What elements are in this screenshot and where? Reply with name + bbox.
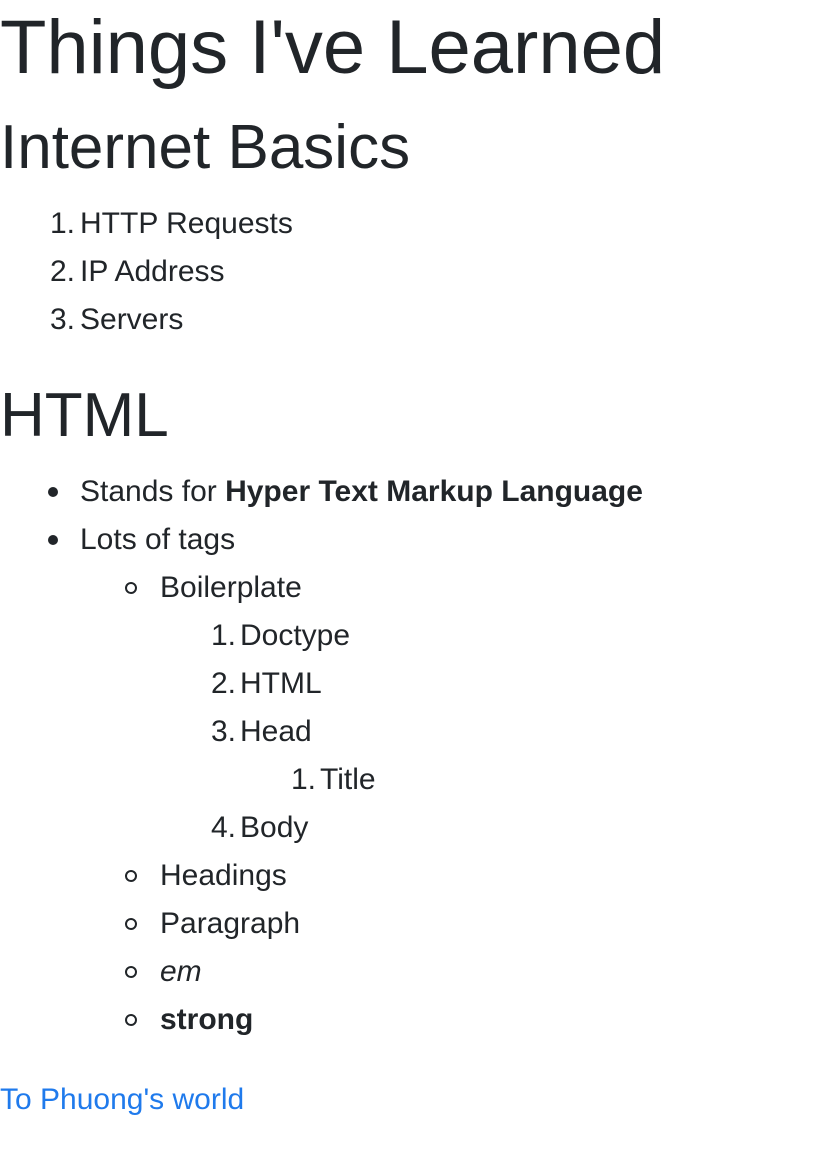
- list-item: Paragraph: [0, 900, 826, 948]
- list-item: Lots of tags: [0, 516, 826, 564]
- list-marker: 3.: [210, 715, 236, 748]
- list-item-label: em: [160, 955, 202, 988]
- list-item: 2. IP Address: [0, 248, 826, 296]
- list-marker: 1.: [210, 619, 236, 652]
- page-title: Things I've Learned: [0, 5, 666, 90]
- list-item: Headings: [0, 852, 826, 900]
- circle-bullet-icon: [125, 966, 137, 978]
- list-item-label: Body: [240, 811, 309, 844]
- list-item-label: Head: [240, 715, 312, 748]
- list-marker: 2.: [49, 255, 75, 288]
- list-item-label: Boilerplate: [160, 571, 302, 604]
- disc-bullet-icon: [48, 487, 58, 497]
- list-item-label: HTML: [240, 667, 322, 700]
- page: Things I've Learned Internet Basics 1. H…: [0, 0, 826, 1150]
- list-item: 1. HTTP Requests: [0, 200, 826, 248]
- list-item: 1. Doctype: [0, 612, 826, 660]
- list-item-label: Stands for Hyper Text Markup Language: [80, 468, 643, 516]
- list-item: em: [0, 948, 826, 996]
- list-item-label: Lots of tags: [80, 523, 236, 556]
- list-marker: 2.: [210, 667, 236, 700]
- circle-bullet-icon: [125, 582, 137, 594]
- list-item-label: Servers: [80, 303, 184, 336]
- list-marker: 1.: [290, 763, 316, 796]
- list-marker: 3.: [49, 303, 75, 336]
- list-item: Stands for Hyper Text Markup Language: [0, 468, 826, 516]
- html-heading: HTML: [0, 381, 169, 450]
- circle-bullet-icon: [125, 1014, 137, 1026]
- disc-bullet-icon: [48, 535, 58, 545]
- list-item: 3. Head: [0, 708, 826, 756]
- list-item: 4. Body: [0, 804, 826, 852]
- circle-bullet-icon: [125, 870, 137, 882]
- list-item-label: Headings: [160, 859, 287, 892]
- html-list: Stands for Hyper Text Markup Language Lo…: [0, 468, 826, 1044]
- stands-for-strong: Hyper Text Markup Language: [225, 475, 643, 508]
- list-item: 3. Servers: [0, 296, 826, 344]
- list-item-label: strong: [160, 1003, 254, 1036]
- list-item: 1. Title: [0, 756, 826, 804]
- list-marker: 1.: [49, 207, 75, 240]
- internet-basics-list: 1. HTTP Requests 2. IP Address 3. Server…: [0, 200, 826, 344]
- list-item-label: HTTP Requests: [80, 207, 293, 240]
- stands-for-text: Stands for: [80, 475, 226, 508]
- list-item: strong: [0, 996, 826, 1044]
- list-item: Boilerplate: [0, 564, 826, 612]
- list-marker: 4.: [210, 811, 236, 844]
- internet-basics-heading: Internet Basics: [0, 113, 411, 182]
- list-item-label: Title: [320, 763, 376, 796]
- list-item-label: Doctype: [240, 619, 351, 652]
- list-item: 2. HTML: [0, 660, 826, 708]
- list-item-label: IP Address: [80, 255, 225, 288]
- circle-bullet-icon: [125, 918, 137, 930]
- phuongs-world-link[interactable]: To Phuong's world: [0, 1076, 244, 1124]
- list-item-label: Paragraph: [160, 907, 301, 940]
